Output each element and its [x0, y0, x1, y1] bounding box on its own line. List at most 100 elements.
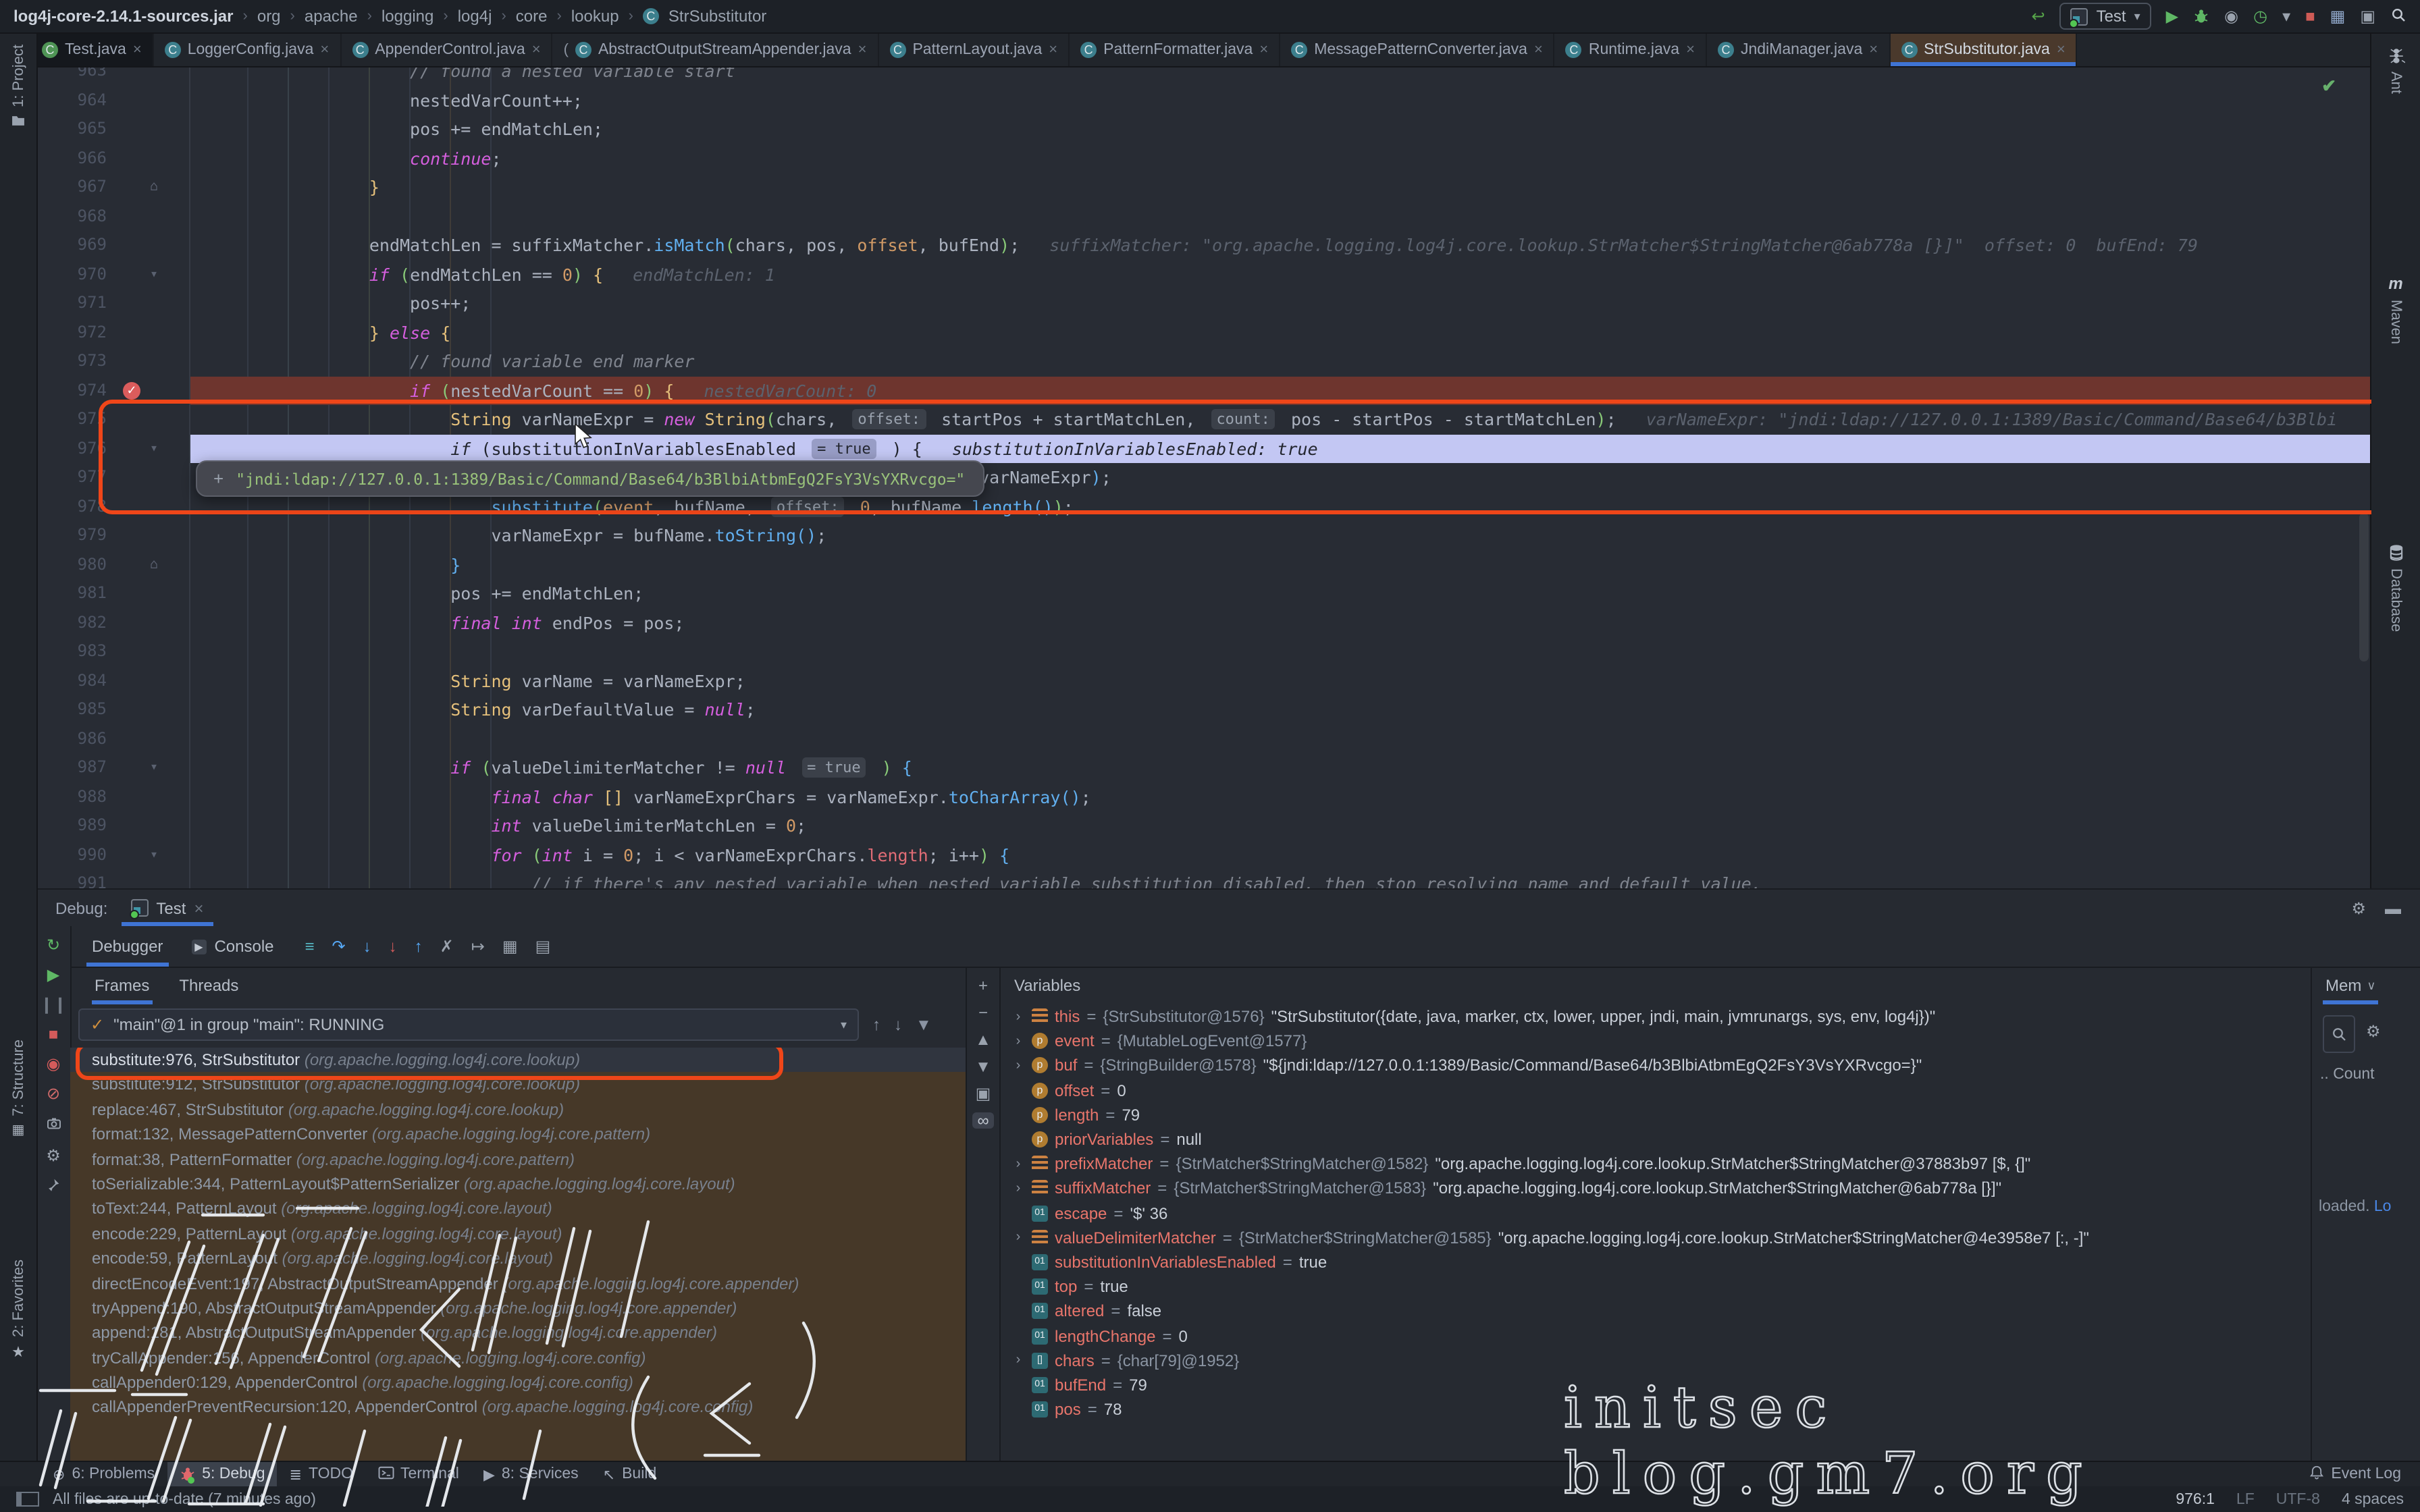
- hide-icon[interactable]: ▬: [2385, 900, 2401, 916]
- code-line[interactable]: 967⌂ }: [36, 173, 2371, 202]
- expand-chevron-icon[interactable]: ›: [1011, 1156, 1025, 1171]
- variable-row[interactable]: 01escape = '$' 36: [1001, 1201, 2311, 1225]
- memory-search-button[interactable]: [2323, 1015, 2355, 1053]
- code-line[interactable]: 983: [36, 637, 2371, 666]
- tab-Runtime.java[interactable]: CRuntime.java×: [1555, 34, 1707, 66]
- variable-row[interactable]: ›[]chars = {char[79]@1952}: [1001, 1348, 2311, 1372]
- frame-row[interactable]: format:38, PatternFormatter (org.apache.…: [70, 1147, 966, 1172]
- close-icon[interactable]: ×: [1049, 42, 1057, 58]
- sidebar-item-structure[interactable]: 7: Structure ▦: [0, 1040, 36, 1138]
- tool-windows-icon[interactable]: ▦: [2330, 8, 2346, 24]
- variable-row[interactable]: plength = 79: [1001, 1103, 2311, 1127]
- frame-row[interactable]: tryAppend:190, AbstractOutputStreamAppen…: [70, 1296, 966, 1321]
- sidebar-item-database[interactable]: Database: [2371, 544, 2420, 632]
- filter-icon[interactable]: ▼: [916, 1017, 932, 1033]
- code-line[interactable]: 985 String varDefaultValue = null;: [36, 695, 2371, 724]
- code-line[interactable]: 988 final char [] varNameExprChars = var…: [36, 782, 2371, 811]
- thread-dump-camera-icon[interactable]: [45, 1115, 61, 1134]
- load-classes-link[interactable]: Lo: [2374, 1199, 2392, 1215]
- coverage-icon[interactable]: ◉: [2224, 8, 2238, 24]
- code-line[interactable]: 984 String varName = varNameExpr;: [36, 666, 2371, 695]
- fold-marker-icon[interactable]: ▾: [150, 434, 158, 463]
- close-icon[interactable]: ×: [1686, 42, 1695, 58]
- code-line[interactable]: 968: [36, 202, 2371, 231]
- variable-row[interactable]: ppriorVariables = null: [1001, 1127, 2311, 1152]
- breadcrumb-item[interactable]: lookup: [571, 7, 619, 26]
- fold-marker-icon[interactable]: ⌂: [150, 550, 158, 579]
- code-line[interactable]: 965 pos += endMatchLen;: [36, 115, 2371, 144]
- tab-StrSubstitutor.java[interactable]: CStrSubstitutor.java×: [1890, 34, 2078, 66]
- caret-position[interactable]: 976:1: [2176, 1491, 2215, 1507]
- fold-marker-icon[interactable]: ▾: [150, 840, 158, 869]
- code-line[interactable]: 973 // found variable end marker: [36, 347, 2371, 376]
- step-out-icon[interactable]: ↑: [415, 938, 423, 954]
- run-anything-icon[interactable]: ▣: [2360, 8, 2375, 24]
- stop-icon[interactable]: ■: [2305, 8, 2315, 24]
- layout-icon[interactable]: ≡: [305, 938, 315, 954]
- run-icon[interactable]: ▶: [2166, 8, 2178, 24]
- frame-down-icon[interactable]: ↓: [894, 1017, 902, 1033]
- tab-Test.java[interactable]: CTest.java×: [31, 34, 154, 66]
- variable-row[interactable]: ›prefixMatcher = {StrMatcher$StringMatch…: [1001, 1152, 2311, 1176]
- variable-row[interactable]: 01top = true: [1001, 1274, 2311, 1299]
- close-icon[interactable]: ×: [532, 42, 541, 58]
- frame-up-icon[interactable]: ↑: [872, 1017, 880, 1033]
- variable-row[interactable]: 01altered = false: [1001, 1299, 2311, 1324]
- code-line[interactable]: 971 pos++;: [36, 289, 2371, 318]
- debug-icon[interactable]: [2193, 7, 2209, 25]
- breadcrumb-item[interactable]: log4j: [458, 7, 492, 26]
- frame-row[interactable]: callAppender0:129, AppenderControl (org.…: [70, 1370, 966, 1395]
- expand-chevron-icon[interactable]: ›: [1011, 1353, 1025, 1368]
- toolwindow-toggle-icon[interactable]: [16, 1492, 39, 1507]
- profiler-icon[interactable]: ◷: [2253, 8, 2267, 24]
- tab-debugger[interactable]: Debugger: [86, 926, 168, 967]
- variable-row[interactable]: ›suffixMatcher = {StrMatcher$StringMatch…: [1001, 1177, 2311, 1201]
- fold-marker-icon[interactable]: ▾: [150, 260, 158, 289]
- expand-chevron-icon[interactable]: ›: [1011, 1058, 1025, 1073]
- settings-icon[interactable]: ⚙: [2351, 900, 2366, 916]
- remove-watch-icon[interactable]: −: [978, 1004, 988, 1021]
- code-line[interactable]: 974✓ if (nestedVarCount == 0) {nestedVar…: [36, 376, 2371, 405]
- layout-settings-icon[interactable]: ▤: [535, 938, 551, 954]
- frame-row[interactable]: format:132, MessagePatternConverter (org…: [70, 1122, 966, 1147]
- mute-breakpoints-icon[interactable]: ⊘: [47, 1085, 60, 1102]
- close-icon[interactable]: ×: [133, 42, 142, 58]
- close-icon[interactable]: ×: [2057, 42, 2066, 58]
- frame-row[interactable]: substitute:976, StrSubstitutor (org.apac…: [70, 1048, 966, 1073]
- rerun-icon[interactable]: ↻: [47, 937, 60, 953]
- code-line[interactable]: 989 int valueDelimiterMatchLen = 0;: [36, 811, 2371, 840]
- toolwindow-debug[interactable]: 5: Debug: [167, 1462, 277, 1486]
- variable-row[interactable]: ›pbuf = {StringBuilder@1578} "${jndi:lda…: [1001, 1054, 2311, 1078]
- code-line[interactable]: 969 endMatchLen = suffixMatcher.isMatch(…: [36, 231, 2371, 260]
- debugger-settings-icon[interactable]: ⚙: [46, 1148, 61, 1164]
- expand-chevron-icon[interactable]: ›: [1011, 1034, 1025, 1049]
- tab-AbstractOutputStreamAppender.java[interactable]: (CAbstractOutputStreamAppender.java×: [553, 34, 879, 66]
- force-step-into-icon[interactable]: ↓: [389, 938, 397, 954]
- run-config-selector[interactable]: Test▾: [2060, 3, 2151, 30]
- breadcrumb-item[interactable]: log4j-core-2.14.1-sources.jar: [14, 7, 234, 26]
- close-icon[interactable]: ×: [858, 42, 867, 58]
- breadcrumb-item[interactable]: apache: [305, 7, 358, 26]
- frame-row[interactable]: toSerializable:344, PatternLayout$Patter…: [70, 1172, 966, 1197]
- code-line[interactable]: 972 } else {: [36, 318, 2371, 347]
- evaluate-expression-icon[interactable]: ▦: [502, 938, 518, 954]
- toolwindow-terminal[interactable]: Terminal: [365, 1462, 471, 1486]
- tab-JndiManager.java[interactable]: CJndiManager.java×: [1707, 34, 1890, 66]
- code-line[interactable]: 980⌂ }: [36, 550, 2371, 579]
- code-line[interactable]: 981 pos += endMatchLen;: [36, 579, 2371, 608]
- toolwindow-todo[interactable]: ≣TODO: [278, 1462, 365, 1486]
- expand-chevron-icon[interactable]: ›: [1011, 1181, 1025, 1196]
- view-breakpoints-icon[interactable]: ◉: [47, 1056, 61, 1072]
- sidebar-item-maven[interactable]: m Maven: [2371, 274, 2420, 344]
- navigate-back-icon[interactable]: ↩: [2031, 8, 2045, 24]
- code-line[interactable]: 987▾ if (valueDelimiterMatcher != null =…: [36, 753, 2371, 782]
- tab-console[interactable]: ▶ Console: [186, 926, 279, 967]
- duplicate-icon[interactable]: ▣: [976, 1085, 991, 1102]
- editor-scrollbar[interactable]: [2359, 513, 2369, 662]
- thread-dropdown[interactable]: ✓ "main"@1 in group "main": RUNNING ▾: [78, 1008, 859, 1041]
- variable-row[interactable]: 01substitutionInVariablesEnabled = true: [1001, 1250, 2311, 1274]
- toolwindow-problems[interactable]: ⊖6: Problems: [41, 1462, 167, 1486]
- code-line[interactable]: 963 // found a nested variable start: [36, 68, 2371, 86]
- variable-row[interactable]: poffset = 0: [1001, 1078, 2311, 1102]
- breadcrumb-item[interactable]: core: [516, 7, 548, 26]
